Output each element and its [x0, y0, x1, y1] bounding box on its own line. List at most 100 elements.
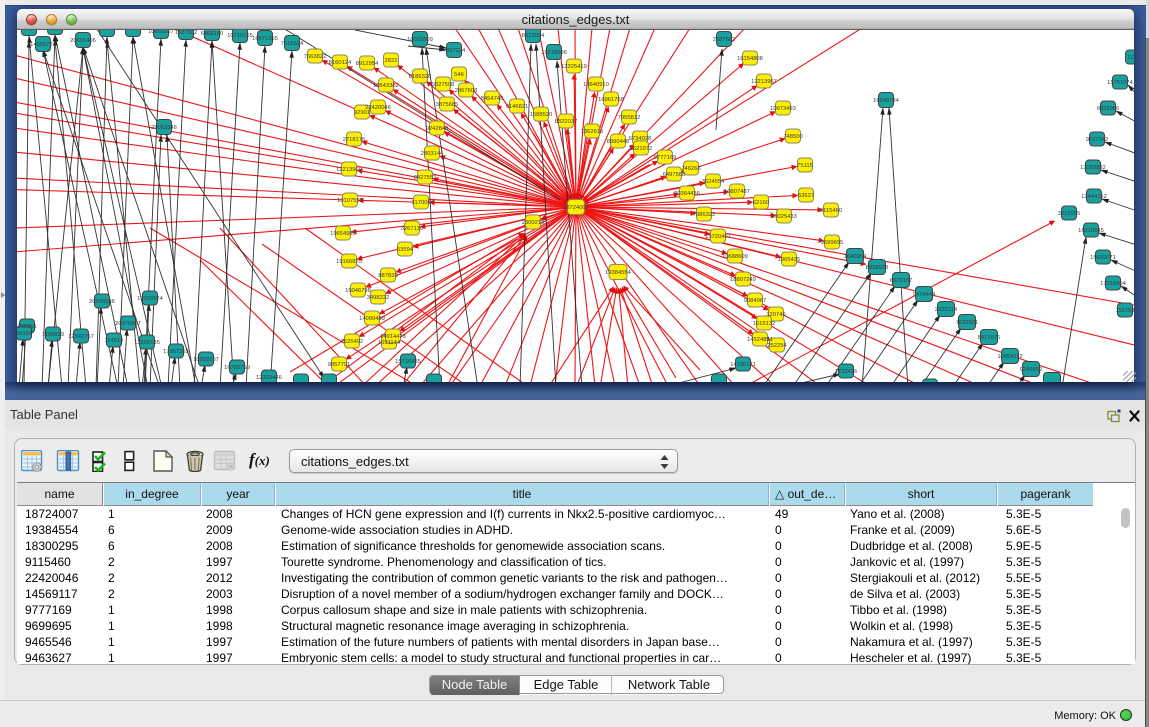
svg-text:10807487: 10807487: [724, 189, 750, 195]
svg-text:10543382: 10543382: [373, 83, 399, 89]
svg-text:12213967: 12213967: [751, 79, 777, 85]
svg-text:9329966: 9329966: [1097, 106, 1120, 112]
svg-text:6466160: 6466160: [201, 31, 224, 37]
svg-text:18807249: 18807249: [730, 277, 756, 283]
svg-text:17016504: 17016504: [1100, 281, 1127, 287]
svg-text:2803144: 2803144: [421, 151, 444, 157]
svg-text:12325419: 12325419: [561, 64, 587, 70]
svg-text:16782759: 16782759: [224, 365, 250, 371]
svg-text:18724007: 18724007: [563, 205, 589, 211]
svg-text:75115: 75115: [797, 163, 813, 169]
svg-text:8186328: 8186328: [409, 74, 432, 80]
svg-text:1621072: 1621072: [630, 146, 653, 152]
svg-text:62160: 62160: [753, 200, 769, 206]
svg-text:1112: 1112: [1127, 55, 1134, 61]
svg-text:116753: 116753: [1116, 308, 1134, 314]
svg-text:6497568: 6497568: [663, 172, 686, 178]
svg-text:16154808: 16154808: [737, 56, 763, 62]
svg-text:887833: 887833: [378, 273, 397, 279]
svg-text:19654985: 19654985: [330, 231, 356, 237]
svg-text:8471676: 8471676: [978, 335, 1001, 341]
svg-text:8454749: 8454749: [481, 96, 504, 102]
svg-text:20206536: 20206536: [89, 299, 115, 305]
svg-text:9857791: 9857791: [328, 362, 351, 368]
svg-text:3624554: 3624554: [702, 179, 725, 185]
svg-text:12323446: 12323446: [256, 375, 282, 381]
svg-text:252254: 252254: [767, 343, 787, 349]
svg-text:53627: 53627: [798, 193, 814, 199]
svg-text:3875685: 3875685: [436, 102, 459, 108]
svg-text:8990448: 8990448: [607, 139, 630, 145]
svg-text:2300213: 2300213: [522, 220, 545, 226]
svg-text:53594: 53594: [397, 247, 414, 253]
svg-text:1615132: 1615132: [753, 321, 776, 327]
svg-text:16961758: 16961758: [598, 97, 624, 103]
svg-text:16046798: 16046798: [345, 288, 371, 294]
svg-text:10107553: 10107553: [337, 198, 363, 204]
svg-text:1588520: 1588520: [530, 112, 553, 118]
svg-text:18640910: 18640910: [583, 82, 609, 88]
svg-text:20975887: 20975887: [115, 321, 141, 327]
svg-text:12505135: 12505135: [134, 340, 160, 346]
svg-text:14136141: 14136141: [730, 362, 756, 368]
svg-text:15716485: 15716485: [395, 359, 421, 365]
svg-text:8322037: 8322037: [555, 119, 578, 125]
svg-text:2867608: 2867608: [455, 88, 478, 94]
svg-text:9146821: 9146821: [506, 104, 529, 110]
svg-text:9474444: 9474444: [913, 292, 936, 298]
svg-text:8938923: 8938923: [866, 265, 889, 271]
svg-text:16210645: 16210645: [1078, 228, 1104, 234]
svg-text:1691144: 1691144: [378, 340, 401, 346]
svg-text:9245652: 9245652: [1020, 367, 1043, 373]
svg-text:2687682: 2687682: [713, 37, 736, 43]
svg-text:2718176: 2718176: [343, 137, 366, 143]
svg-text:39154: 39154: [17, 331, 33, 337]
svg-text:16033809: 16033809: [407, 37, 433, 43]
svg-text:1156829: 1156829: [42, 332, 64, 338]
svg-text:120746: 120746: [766, 312, 785, 318]
svg-text:1733426: 1733426: [835, 369, 858, 375]
svg-text:17359924: 17359924: [137, 296, 164, 302]
svg-text:20364436: 20364436: [674, 191, 700, 197]
svg-text:10653267: 10653267: [148, 30, 174, 35]
svg-text:19384554: 19384554: [605, 270, 632, 276]
svg-text:10025433: 10025433: [771, 214, 797, 220]
svg-text:10973493: 10973493: [770, 106, 796, 112]
svg-text:17957255: 17957255: [163, 349, 189, 355]
svg-text:335051: 335051: [17, 324, 36, 330]
svg-text:3215955: 3215955: [1058, 211, 1081, 217]
svg-text:9777169: 9777169: [654, 155, 677, 161]
svg-text:546: 546: [454, 72, 464, 78]
svg-text:20691406: 20691406: [70, 38, 96, 44]
svg-text:10958107: 10958107: [193, 357, 219, 363]
svg-text:15692071: 15692071: [1090, 255, 1116, 261]
svg-text:7357224: 7357224: [443, 48, 466, 54]
svg-text:1640954: 1640954: [844, 254, 867, 260]
svg-text:29053346: 29053346: [151, 125, 177, 131]
svg-text:16648784: 16648784: [873, 98, 900, 104]
svg-text:12444152: 12444152: [1081, 194, 1107, 200]
svg-text:14055724: 14055724: [30, 42, 57, 48]
svg-text:7625402: 7625402: [341, 339, 364, 345]
svg-text:6879197: 6879197: [890, 278, 913, 284]
svg-text:19166825: 19166825: [336, 259, 362, 265]
svg-text:8912954: 8912954: [356, 61, 379, 67]
svg-text:9699695: 9699695: [821, 240, 844, 246]
svg-text:7986322: 7986322: [693, 212, 716, 218]
svg-text:10688609: 10688609: [722, 254, 748, 260]
svg-text:3498222: 3498222: [367, 295, 390, 301]
svg-text:114519: 114519: [105, 338, 124, 344]
svg-text:1965435: 1965435: [778, 257, 801, 263]
svg-text:7955812: 7955812: [618, 115, 641, 121]
svg-text:1362615: 1362615: [581, 129, 604, 135]
svg-text:16671355: 16671355: [252, 36, 278, 42]
svg-text:2935114: 2935114: [935, 307, 958, 313]
svg-text:12342757: 12342757: [68, 334, 94, 340]
svg-text:19218506: 19218506: [541, 50, 567, 56]
svg-text:6734028: 6734028: [629, 136, 652, 142]
svg-text:7632621: 7632621: [956, 320, 979, 326]
svg-text:8160124: 8160124: [329, 60, 352, 66]
svg-text:12093832: 12093832: [1080, 165, 1106, 171]
svg-text:9242848: 9242848: [426, 126, 449, 132]
svg-text:15720407: 15720407: [705, 234, 731, 240]
